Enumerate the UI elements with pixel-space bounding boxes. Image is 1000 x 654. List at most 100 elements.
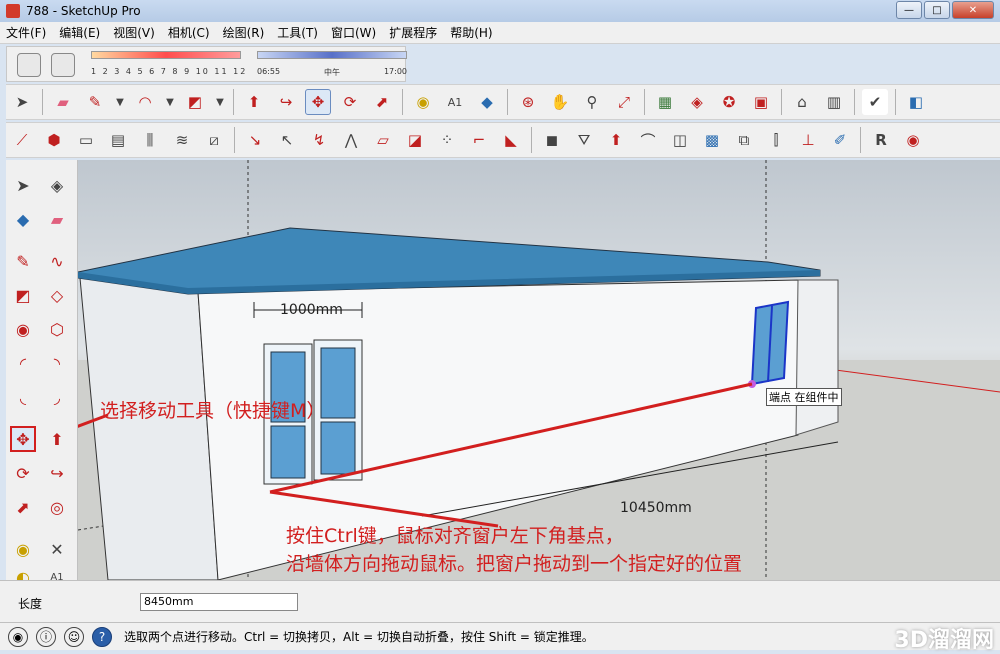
close-button[interactable]: ✕ [952,1,994,19]
follow-me-icon[interactable]: ↪ [44,460,70,486]
geo-location-icon[interactable]: ◉ [8,626,28,647]
map-icon[interactable]: ▦ [652,89,678,115]
rotate-icon[interactable]: ⟳ [337,89,363,115]
scale-icon[interactable]: ⬈ [10,494,36,520]
push-pull-icon[interactable]: ⬆ [44,426,70,452]
tape-measure-icon[interactable]: ◉ [10,536,36,562]
dimension-icon[interactable]: ✕ [44,536,70,562]
sample-icon[interactable]: ⫿ [763,127,789,153]
orbit-icon[interactable]: ⊛ [515,89,541,115]
pan-icon[interactable]: ✋ [547,89,573,115]
menu-draw[interactable]: 绘图(R) [223,24,265,41]
ruby-icon[interactable]: R [868,127,894,153]
polygon-icon[interactable]: ⬡ [44,316,70,342]
user-icon[interactable]: ☺ [64,626,84,647]
nodes-icon[interactable]: ⁘ [434,127,460,153]
extrude-icon[interactable]: ⬆ [603,127,629,153]
fence-icon[interactable]: ⫼ [137,127,163,153]
paint-bucket-icon[interactable]: ◆ [474,89,500,115]
cube-icon[interactable]: ◼ [539,127,565,153]
axis-icon[interactable]: ⊥ [795,127,821,153]
surface-icon[interactable]: ▱ [370,127,396,153]
offset-icon[interactable]: ◎ [44,494,70,520]
three-point-arc-icon[interactable]: ◟ [10,384,36,410]
credits-icon[interactable]: ⓘ [36,626,56,647]
drawing-viewport[interactable]: 1000mm 10450mm [78,160,1000,580]
menu-view[interactable]: 视图(V) [113,24,155,41]
text-icon[interactable]: A1 [442,89,468,115]
circle-icon[interactable]: ◉ [10,316,36,342]
menu-extensions[interactable]: 扩展程序 [389,24,437,41]
stair-icon[interactable]: ≋ [169,127,195,153]
arc-icon[interactable]: ◜ [10,350,36,376]
section-tool-icon[interactable]: ⟋ [9,127,35,153]
ramp-icon[interactable]: ⧄ [201,127,227,153]
zoom-icon[interactable]: ⚲ [579,89,605,115]
paint-bucket-icon[interactable]: ◆ [10,206,36,232]
bend-icon[interactable]: ⌐ [466,127,492,153]
time-slider[interactable] [257,51,407,59]
scale-icon[interactable]: ⬈ [369,89,395,115]
two-point-arc-icon[interactable]: ◝ [44,350,70,376]
chevron-down-icon[interactable]: ▼ [214,89,226,115]
layer-icon[interactable]: ◧ [903,89,929,115]
tape-measure-icon[interactable]: ◉ [410,89,436,115]
menu-window[interactable]: 窗口(W) [331,24,376,41]
brush-icon[interactable]: ✐ [827,127,853,153]
line-icon[interactable]: ✎ [10,248,36,274]
rotate-icon[interactable]: ⟳ [10,460,36,486]
select-icon[interactable]: ➤ [10,172,36,198]
checkmark-icon[interactable]: ✔ [862,89,888,115]
tag-icon[interactable]: ◣ [498,127,524,153]
maximize-button[interactable]: □ [924,1,950,19]
shape-icon[interactable]: ⬢ [41,127,67,153]
shadow-settings-icon[interactable] [17,53,41,77]
rectangle-icon[interactable]: ◩ [10,282,36,308]
clone-icon[interactable]: ⧉ [731,127,757,153]
box-icon[interactable]: ◪ [402,127,428,153]
minimize-button[interactable]: — [896,1,922,19]
display-shadows-icon[interactable] [51,53,75,77]
pencil-icon[interactable]: ✎ [82,89,108,115]
tent-icon[interactable]: ⛛ [571,127,597,153]
spline-icon[interactable]: ↯ [306,127,332,153]
menu-edit[interactable]: 编辑(E) [59,24,100,41]
arc-icon[interactable]: ◠ [132,89,158,115]
select-tool-icon[interactable]: ➤ [9,89,35,115]
menu-help[interactable]: 帮助(H) [450,24,492,41]
move-tool-icon[interactable]: ✥ [305,89,331,115]
chevron-down-icon[interactable]: ▼ [164,89,176,115]
roof-icon[interactable]: ⋀ [338,127,364,153]
array-icon[interactable]: ▩ [699,127,725,153]
solid-icon[interactable]: ◫ [667,127,693,153]
menu-file[interactable]: 文件(F) [6,24,46,41]
frame-icon[interactable]: ▭ [73,127,99,153]
curve-tool-icon[interactable]: ↖ [274,127,300,153]
warehouse-icon[interactable]: ◈ [684,89,710,115]
menu-tools[interactable]: 工具(T) [277,24,318,41]
push-pull-icon[interactable]: ⬆ [241,89,267,115]
rotated-rectangle-icon[interactable]: ◇ [44,282,70,308]
sketchup-ext-icon[interactable]: ◉ [900,127,926,153]
component-icon[interactable]: ▥ [821,89,847,115]
rectangle-icon[interactable]: ◩ [182,89,208,115]
help-icon[interactable]: ? [92,626,112,647]
extension-warehouse-icon[interactable]: ▣ [748,89,774,115]
chevron-down-icon[interactable]: ▼ [114,89,126,115]
eraser-icon[interactable]: ▰ [44,206,70,232]
menu-camera[interactable]: 相机(C) [168,24,210,41]
follow-me-icon[interactable]: ↪ [273,89,299,115]
house-icon[interactable]: ⌂ [789,89,815,115]
eraser-icon[interactable]: ▰ [50,89,76,115]
pie-icon[interactable]: ◞ [44,384,70,410]
measurement-input[interactable]: 8450mm [140,593,298,611]
share-model-icon[interactable]: ✪ [716,89,742,115]
move-tool-icon[interactable]: ✥ [10,426,36,452]
freehand-icon[interactable]: ∿ [44,248,70,274]
bridge-icon[interactable]: ⌒ [635,127,661,153]
month-slider[interactable] [91,51,241,59]
zoom-extents-icon[interactable]: ⤢ [611,89,637,115]
line-tool-icon[interactable]: ↘ [242,127,268,153]
grid-icon[interactable]: ▤ [105,127,131,153]
make-component-icon[interactable]: ◈ [44,172,70,198]
